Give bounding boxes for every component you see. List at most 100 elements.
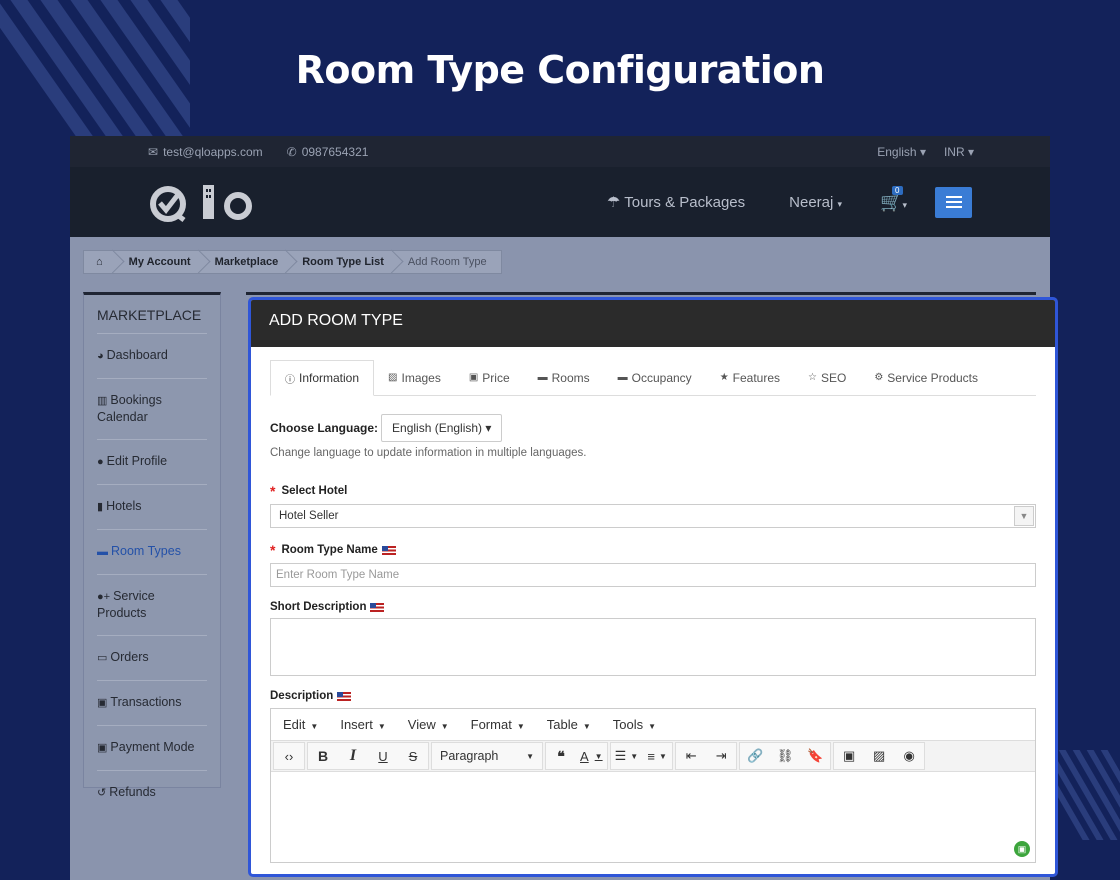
required-marker: * — [270, 542, 276, 558]
contact-phone: 0987654321 — [301, 144, 369, 159]
image-icon: ▨ — [388, 372, 398, 383]
preview-eye-icon[interactable]: ◉ — [894, 743, 924, 769]
tab-service-products[interactable]: ⚙ Service Products — [860, 360, 992, 395]
tab-label: Price — [482, 370, 510, 385]
tab-rooms[interactable]: ▬ Rooms — [524, 360, 604, 395]
sidebar-item-dashboard[interactable]: ◕ Dashboard — [97, 333, 207, 378]
sidebar-item-hotels[interactable]: ▮ Hotels — [97, 484, 207, 529]
field-label: Short Description — [270, 601, 367, 613]
sidebar-item-bookings-calendar[interactable]: ▥ Bookings Calendar — [97, 378, 207, 439]
media-icon[interactable]: ▣ — [834, 743, 864, 769]
tab-label: Information — [299, 371, 360, 385]
sidebar-item-orders[interactable]: ▭ Orders — [97, 635, 207, 680]
short-description-label: Short Description — [270, 601, 1036, 613]
text-color-icon[interactable]: A ▼ — [576, 743, 607, 769]
umbrella-icon: ☂ — [606, 194, 621, 211]
sidebar-item-service-products[interactable]: ●+ Service Products — [97, 574, 207, 635]
sidebar-item-label: Hotels — [106, 499, 142, 513]
sidebar-item-room-types[interactable]: ▬ Room Types — [97, 529, 207, 574]
sidebar-item-label: Transactions — [110, 695, 182, 709]
contact-email[interactable]: test@qloapps.com — [163, 145, 263, 159]
editor-menu-edit[interactable]: Edit ▼ — [283, 717, 318, 732]
breadcrumb-marketplace[interactable]: Marketplace — [205, 251, 293, 273]
select-hotel-label: * Select Hotel — [270, 483, 1036, 499]
chevron-down-icon: ▼ — [1014, 506, 1034, 526]
marketplace-sidebar: MARKETPLACE ◕ Dashboard ▥ Bookings Calenda… — [83, 292, 221, 799]
money-icon: ▣ — [97, 742, 108, 754]
tours-packages-link[interactable]: ☂ Tours & Packages — [607, 193, 745, 211]
tab-features[interactable]: ★ Features — [706, 360, 794, 395]
strikethrough-icon[interactable]: S — [398, 743, 428, 769]
info-icon: ⓘ — [285, 374, 295, 386]
blockquote-icon[interactable]: ❝ — [546, 743, 576, 769]
bed-icon: ▬ — [537, 372, 548, 383]
menu-toggle-button[interactable] — [935, 186, 972, 218]
sidebar-item-payment-mode[interactable]: ▣ Payment Mode — [97, 725, 207, 770]
bookmark-icon[interactable]: 🔖 — [800, 743, 830, 769]
hotel-select[interactable]: Hotel Seller ▼ — [270, 504, 1036, 528]
us-flag-icon[interactable] — [370, 602, 385, 612]
bullet-list-icon[interactable]: ☰ ▼ — [611, 743, 643, 769]
tab-label: Service Products — [887, 370, 978, 385]
language-dropdown[interactable]: English ▾ — [877, 145, 926, 159]
building-icon: ▮ — [97, 501, 104, 513]
paragraph-format-select[interactable]: Paragraph ▼ — [432, 743, 542, 769]
editor-menu-tools[interactable]: Tools ▼ — [613, 717, 656, 732]
phone-icon: ✆ — [286, 144, 297, 159]
bar-chart-icon: ▥ — [97, 395, 108, 407]
sidebar-item-label: Room Types — [111, 544, 181, 558]
tab-label: SEO — [820, 370, 847, 385]
currency-dropdown[interactable]: INR ▾ — [944, 145, 974, 159]
editor-menu-format[interactable]: Format ▼ — [471, 717, 525, 732]
tab-price[interactable]: ▣ Price — [455, 360, 524, 395]
user-menu[interactable]: Neeraj ▾ — [789, 194, 842, 211]
envelope-icon: ✉ — [148, 144, 159, 159]
language-help-text: Change language to update information in… — [270, 447, 587, 459]
editor-menu-insert[interactable]: Insert ▼ — [340, 717, 385, 732]
sidebar-item-label: Orders — [110, 650, 149, 664]
tab-occupancy[interactable]: ▬ Occupancy — [604, 360, 706, 395]
room-type-name-input[interactable]: Enter Room Type Name — [270, 563, 1036, 587]
sidebar-item-transactions[interactable]: ▣ Transactions — [97, 680, 207, 725]
credit-card-icon: ▭ — [97, 652, 108, 664]
italic-icon[interactable]: I — [338, 743, 368, 769]
decorative-stripes — [1050, 750, 1120, 840]
underline-icon[interactable]: U — [368, 743, 398, 769]
image-icon[interactable]: ▨ — [864, 743, 894, 769]
money-icon: ▣ — [468, 372, 479, 383]
language-select-button[interactable]: English (English) ▾ — [381, 414, 503, 442]
money-icon: ▣ — [97, 697, 108, 709]
sidebar-item-refunds[interactable]: ↺ Refunds — [97, 770, 207, 815]
cart-button[interactable]: 🛒 0 ▾ — [880, 185, 907, 213]
field-label: Room Type Name — [281, 544, 378, 556]
currency-label: INR — [943, 144, 965, 159]
home-icon[interactable]: ⌂ — [84, 251, 119, 273]
menu-label: Insert — [340, 717, 373, 732]
indent-icon[interactable]: ⇥ — [706, 743, 736, 769]
numbered-list-icon[interactable]: ≡ ▼ — [642, 743, 672, 769]
tab-label: Rooms — [551, 370, 590, 385]
logo[interactable] — [148, 176, 258, 228]
editor-content-area[interactable]: ▣ — [271, 772, 1035, 862]
tab-information[interactable]: ⓘ Information — [270, 360, 375, 396]
source-code-icon[interactable]: ‹› — [274, 743, 304, 769]
us-flag-icon[interactable] — [337, 691, 352, 701]
assistant-bot-icon[interactable]: ▣ — [1014, 841, 1030, 857]
editor-menu-view[interactable]: View ▼ — [408, 717, 449, 732]
editor-menu-table[interactable]: Table ▼ — [547, 717, 591, 732]
breadcrumb-my-account[interactable]: My Account — [119, 251, 205, 273]
unlink-icon[interactable]: ⛓ — [770, 743, 800, 769]
tab-seo[interactable]: ☆ SEO — [794, 360, 860, 395]
outdent-icon[interactable]: ⇤ — [676, 743, 706, 769]
qlo-logo-icon — [150, 185, 252, 222]
panel-title: ADD ROOM TYPE — [251, 300, 1055, 347]
link-icon[interactable]: 🔗 — [740, 743, 770, 769]
bold-icon[interactable]: B — [308, 743, 338, 769]
short-description-textarea[interactable] — [270, 618, 1036, 676]
tab-images[interactable]: ▨ Images — [374, 360, 455, 395]
us-flag-icon[interactable] — [381, 545, 396, 555]
breadcrumb-room-type-list[interactable]: Room Type List — [292, 251, 398, 273]
star-icon: ★ — [719, 372, 729, 383]
sidebar-item-edit-profile[interactable]: ● Edit Profile — [97, 439, 207, 484]
room-type-tabs: ⓘ Information ▨ Images ▣ Price ▬ Rooms ▬ Occu… — [270, 360, 1036, 396]
